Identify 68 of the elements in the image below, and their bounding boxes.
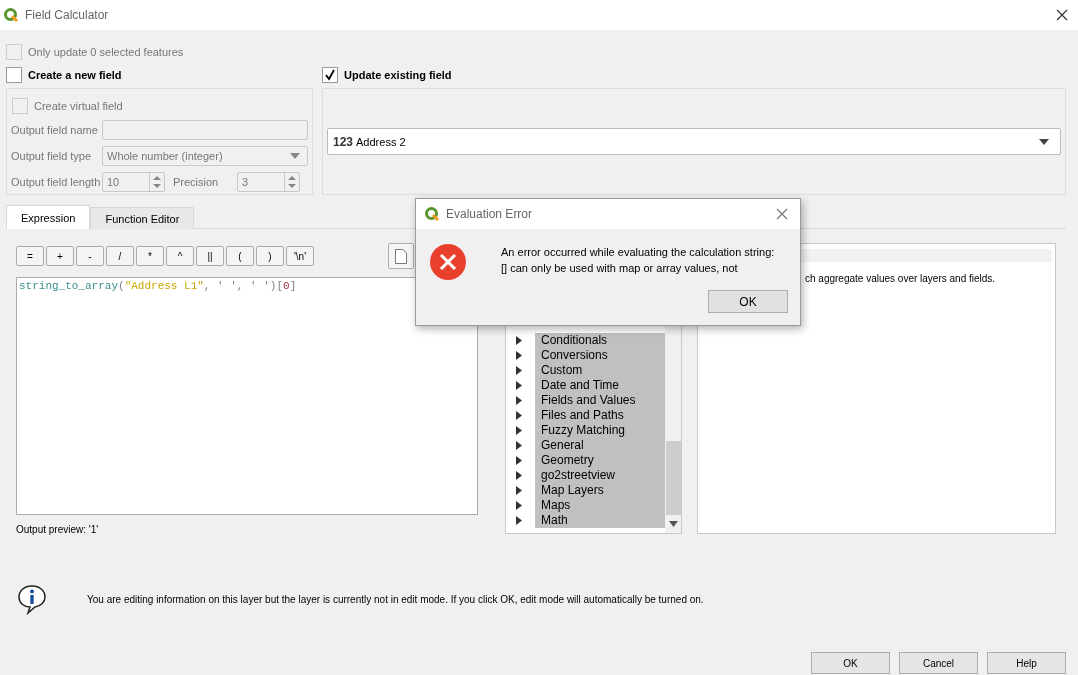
window-title: Field Calculator [25, 8, 110, 22]
tab[interactable]: Function Editor [90, 207, 195, 229]
function-group[interactable]: Custom [535, 363, 665, 378]
function-group[interactable]: Fields and Values [535, 393, 665, 408]
field-label: Output field name [11, 124, 99, 136]
logo-icon [424, 206, 440, 222]
operator-button[interactable]: - [76, 246, 104, 266]
dialog-button[interactable]: Cancel [899, 652, 978, 674]
caret-icon [1038, 137, 1050, 146]
close-icon [1056, 9, 1068, 21]
spin-arrows-icon [284, 173, 299, 191]
function-group[interactable]: Maps [535, 498, 665, 513]
error-message: An error occurred while evaluating the calculation string: [501, 245, 775, 260]
field-label: Output field type [11, 150, 93, 162]
dropdown[interactable]: Whole number (integer) [102, 146, 308, 166]
checkbox[interactable] [322, 67, 338, 83]
caret-icon [289, 152, 301, 160]
checkbox[interactable] [6, 67, 22, 83]
operator-button[interactable]: = [16, 246, 44, 266]
field-label: Precision [173, 176, 217, 188]
field-type-label: 123 [333, 134, 354, 149]
checkbox-label: Only update 0 selected features [28, 46, 184, 58]
operator-button[interactable]: ^ [166, 246, 194, 266]
input-field[interactable] [102, 120, 308, 140]
function-group[interactable]: General [535, 438, 665, 453]
info-icon [16, 583, 48, 615]
operator-button[interactable]: || [196, 246, 224, 266]
function-group[interactable]: Conversions [535, 348, 665, 363]
operator-button[interactable]: ( [226, 246, 254, 266]
operator-button[interactable]: + [46, 246, 74, 266]
function-group[interactable]: Math [535, 513, 665, 528]
operator-button[interactable]: * [136, 246, 164, 266]
function-group[interactable]: Fuzzy Matching [535, 423, 665, 438]
document-icon [395, 248, 407, 264]
checkbox-label: Create virtual field [34, 100, 123, 112]
dialog-button[interactable]: Help [987, 652, 1066, 674]
help-text: ch aggregate values over layers and fields. [805, 273, 997, 284]
output-preview: Output preview: '1' [16, 524, 100, 535]
function-group[interactable]: Date and Time [535, 378, 665, 393]
operator-button[interactable]: ) [256, 246, 284, 266]
function-group[interactable]: Conditionals [535, 333, 665, 348]
function-group[interactable]: go2streetview [535, 468, 665, 483]
spin-box[interactable]: 3 [237, 172, 300, 192]
error-icon [429, 243, 467, 281]
info-message: You are editing information on this layer but the layer is currently not in edit mode. If you click OK, edit mode will automatically be turned on. [87, 593, 704, 605]
dialog-button[interactable]: OK [811, 652, 890, 674]
function-group[interactable]: Geometry [535, 453, 665, 468]
field-label: Output field length [11, 176, 102, 188]
new-file-button[interactable] [388, 243, 414, 269]
operator-button[interactable]: / [106, 246, 134, 266]
error-message: [] can only be used with map or array values, not [501, 261, 739, 276]
ok-button[interactable]: OK [708, 290, 788, 313]
spin-box[interactable]: 10 [102, 172, 165, 192]
spin-arrows-icon [149, 173, 164, 191]
dialog-title: Evaluation Error [446, 207, 534, 221]
tab[interactable]: Expression [6, 205, 91, 229]
expression-editor[interactable]: string_to_array("Address L1", ' ', ' ')[0] [16, 277, 478, 515]
scroll-down-icon [668, 521, 678, 527]
checkbox-label: Update existing field [344, 69, 452, 81]
field-value: Address 2 [356, 135, 406, 148]
function-group[interactable]: Map Layers [535, 483, 665, 498]
operator-button[interactable]: '\n' [286, 246, 314, 266]
checkbox-label: Create a new field [28, 69, 122, 81]
field-dropdown[interactable]: 123 Address 2 [327, 128, 1061, 155]
checkbox[interactable] [12, 98, 28, 114]
close-icon [776, 208, 788, 220]
logo-icon [3, 7, 19, 23]
function-group[interactable]: Files and Paths [535, 408, 665, 423]
